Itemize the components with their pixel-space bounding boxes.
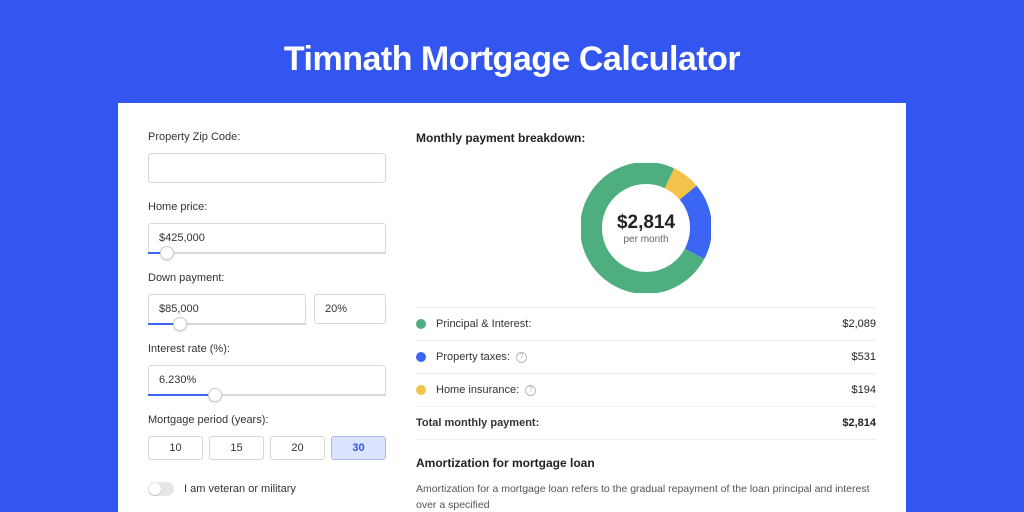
field-interest-rate: Interest rate (%): [148,343,386,396]
interest-rate-slider[interactable] [148,394,386,396]
info-icon[interactable]: ? [516,352,527,363]
calculator-card: Property Zip Code: Home price: Down paym… [118,103,906,512]
donut-amount: $2,814 [617,212,675,234]
interest-rate-input[interactable] [148,365,386,395]
total-label: Total monthly payment: [416,417,842,429]
zip-input[interactable] [148,153,386,183]
breakdown-row-value: $2,089 [842,318,876,330]
breakdown-row-value: $531 [852,351,876,363]
veteran-label: I am veteran or military [184,483,296,495]
donut-center: $2,814 per month [581,163,711,293]
breakdown-row-label: Home insurance:? [436,384,852,396]
legend-dot [416,352,426,362]
down-payment-label: Down payment: [148,272,386,284]
donut-sub: per month [623,234,668,245]
breakdown-row-label: Principal & Interest: [436,318,842,330]
zip-label: Property Zip Code: [148,131,386,143]
breakdown-title: Monthly payment breakdown: [416,131,876,145]
home-price-slider[interactable] [148,252,386,254]
field-period: Mortgage period (years): 10152030 [148,414,386,460]
veteran-toggle[interactable] [148,482,174,496]
toggle-knob [149,483,161,495]
down-payment-amount-input[interactable] [148,294,306,324]
amortization-title: Amortization for mortgage loan [416,456,876,470]
donut-chart: $2,814 per month [581,163,711,293]
period-button-group: 10152030 [148,436,386,460]
period-btn-15[interactable]: 15 [209,436,264,460]
legend-dot [416,319,426,329]
breakdown-row: Home insurance:?$194 [416,374,876,407]
legend-dot [416,385,426,395]
breakdown-rows: Principal & Interest:$2,089Property taxe… [416,307,876,440]
period-label: Mortgage period (years): [148,414,386,426]
total-value: $2,814 [842,417,876,429]
form-panel: Property Zip Code: Home price: Down paym… [148,131,386,512]
breakdown-row: Principal & Interest:$2,089 [416,308,876,341]
breakdown-total-row: Total monthly payment:$2,814 [416,407,876,440]
breakdown-row: Property taxes:?$531 [416,341,876,374]
veteran-toggle-row: I am veteran or military [148,482,386,496]
home-price-input[interactable] [148,223,386,253]
period-btn-20[interactable]: 20 [270,436,325,460]
period-btn-10[interactable]: 10 [148,436,203,460]
calculator-outer: Property Zip Code: Home price: Down paym… [118,103,906,512]
donut-wrap: $2,814 per month [416,159,876,307]
down-payment-pct-input[interactable] [314,294,386,324]
field-down-payment: Down payment: [148,272,386,325]
home-price-label: Home price: [148,201,386,213]
info-icon[interactable]: ? [525,385,536,396]
amortization-section: Amortization for mortgage loan Amortizat… [416,456,876,512]
field-home-price: Home price: [148,201,386,254]
period-btn-30[interactable]: 30 [331,436,386,460]
interest-rate-label: Interest rate (%): [148,343,386,355]
breakdown-panel: Monthly payment breakdown: $2,814 per mo… [416,131,876,512]
breakdown-row-label: Property taxes:? [436,351,852,363]
breakdown-row-value: $194 [852,384,876,396]
amortization-text: Amortization for a mortgage loan refers … [416,482,876,512]
field-zip: Property Zip Code: [148,131,386,183]
down-payment-slider[interactable] [148,323,306,325]
page-title: Timnath Mortgage Calculator [0,0,1024,103]
